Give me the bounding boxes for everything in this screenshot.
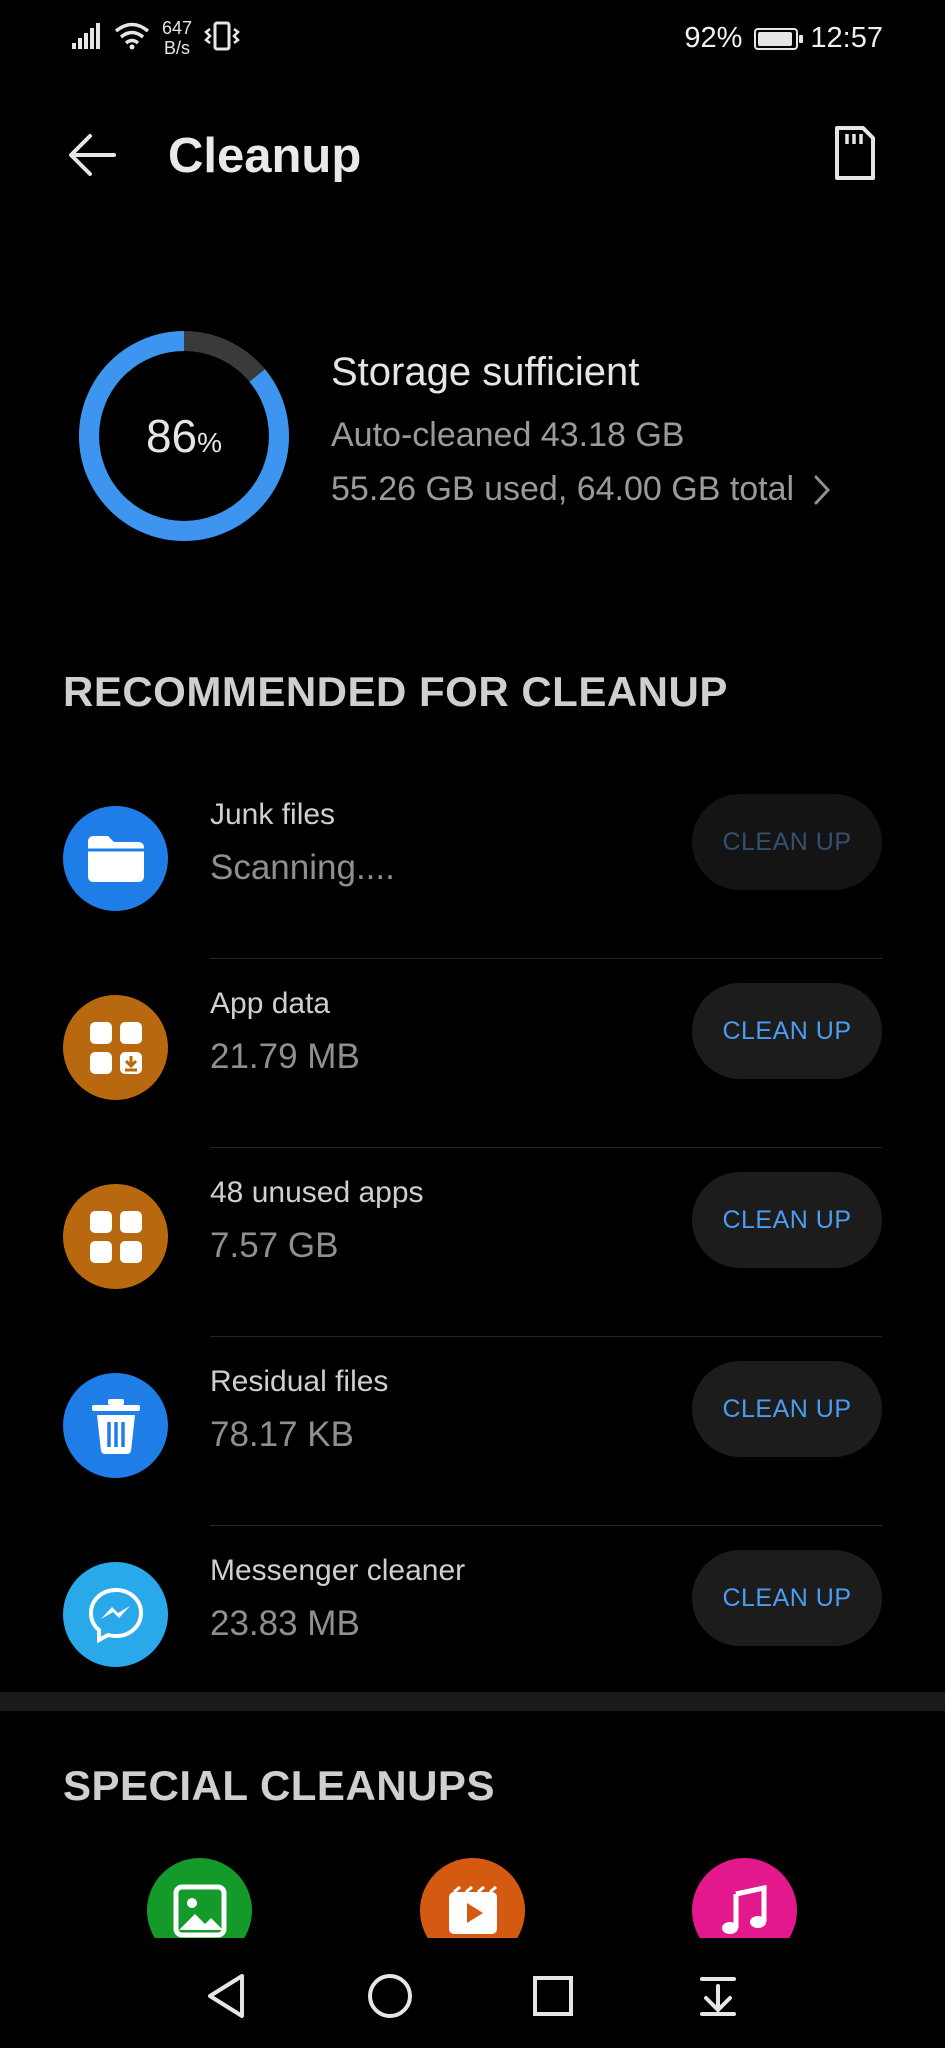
signal-icon (72, 22, 102, 54)
network-speed-value: 647 (162, 18, 193, 38)
list-item-residual-files[interactable]: Residual files 78.17 KB CLEAN UP (0, 1337, 945, 1526)
nav-back-button[interactable] (198, 1968, 254, 2024)
clock: 12:57 (810, 22, 883, 54)
vibrate-icon (204, 21, 240, 56)
clean-up-button-residual-files[interactable]: CLEAN UP (692, 1361, 882, 1457)
storage-percent: 86% (76, 328, 292, 544)
apps-grid-icon (63, 1184, 168, 1289)
cleanup-screen: 647 B/s 92% 12:57 Cleanup 86 % Storage s… (0, 0, 945, 2048)
status-left: 647 B/s (72, 18, 240, 58)
clean-up-button-messenger-cleaner[interactable]: CLEAN UP (692, 1550, 882, 1646)
clean-up-button-junk-files[interactable]: CLEAN UP (692, 794, 882, 890)
folder-icon (63, 806, 168, 911)
row-subtitle: Scanning.... (210, 848, 395, 887)
storage-usage-text: 55.26 GB used, 64.00 GB total (331, 470, 795, 508)
wifi-icon (114, 22, 150, 55)
list-item-messenger-cleaner[interactable]: Messenger cleaner 23.83 MB CLEAN UP (0, 1526, 945, 1715)
recommended-list: Junk files Scanning.... CLEAN UP App dat… (0, 770, 945, 1715)
image-icon[interactable] (147, 1858, 252, 1938)
storage-percent-sign: % (197, 427, 223, 458)
special-heading: SPECIAL CLEANUPS (63, 1762, 495, 1809)
row-title: Residual files (210, 1365, 389, 1398)
row-title: App data (210, 987, 331, 1020)
status-right: 92% 12:57 (684, 22, 883, 55)
square-recents-icon (533, 1976, 573, 2016)
page-title: Cleanup (168, 129, 362, 183)
storage-percent-value: 86 (145, 410, 198, 462)
triangle-back-icon (208, 1974, 244, 2018)
nav-recents-button[interactable] (525, 1968, 581, 2024)
list-item-unused-apps[interactable]: 48 unused apps 7.57 GB CLEAN UP (0, 1148, 945, 1337)
storage-usage-link[interactable]: 55.26 GB used, 64.00 GB total (331, 470, 832, 509)
back-button[interactable] (60, 122, 126, 188)
row-title: 48 unused apps (210, 1176, 424, 1209)
sd-card-icon (835, 126, 875, 180)
clean-up-button-unused-apps[interactable]: CLEAN UP (692, 1172, 882, 1268)
app-data-icon (63, 995, 168, 1100)
video-icon[interactable] (420, 1858, 525, 1938)
row-subtitle: 21.79 MB (210, 1037, 360, 1076)
list-item-app-data[interactable]: App data 21.79 MB CLEAN UP (0, 959, 945, 1148)
storage-summary[interactable]: 86% Storage sufficient Auto-cleaned 43.1… (0, 320, 945, 560)
sd-card-button[interactable] (819, 120, 885, 186)
storage-status: Storage sufficient (331, 350, 640, 394)
special-cleanups-row (0, 1858, 945, 1938)
messenger-icon (63, 1562, 168, 1667)
section-separator (0, 1692, 945, 1711)
status-bar: 647 B/s 92% 12:57 (0, 0, 945, 80)
network-speed: 647 B/s (162, 18, 192, 58)
row-subtitle: 7.57 GB (210, 1226, 339, 1265)
row-title: Junk files (210, 798, 336, 831)
navigation-bar (0, 1940, 945, 2048)
network-speed-unit: B/s (164, 38, 191, 58)
battery-level (758, 31, 792, 46)
clean-up-button-app-data[interactable]: CLEAN UP (692, 983, 882, 1079)
nav-home-button[interactable] (362, 1968, 418, 2024)
back-arrow-icon (69, 134, 116, 176)
auto-cleaned-text: Auto-cleaned 43.18 GB (331, 416, 685, 454)
battery-percent: 92% (684, 22, 743, 54)
nav-notifications-button[interactable] (690, 1968, 746, 2024)
battery-icon (754, 27, 804, 50)
pull-down-icon (700, 1977, 736, 2016)
list-item-junk-files[interactable]: Junk files Scanning.... CLEAN UP (0, 770, 945, 959)
app-bar: Cleanup (0, 100, 945, 210)
chevron-right-icon (814, 475, 831, 504)
row-title: Messenger cleaner (210, 1554, 466, 1587)
row-subtitle: 23.83 MB (210, 1604, 360, 1643)
circle-home-icon (368, 1974, 412, 2018)
recommended-heading: RECOMMENDED FOR CLEANUP (63, 668, 728, 715)
row-subtitle: 78.17 KB (210, 1415, 354, 1454)
music-icon[interactable] (692, 1858, 797, 1938)
trash-icon (63, 1373, 168, 1478)
